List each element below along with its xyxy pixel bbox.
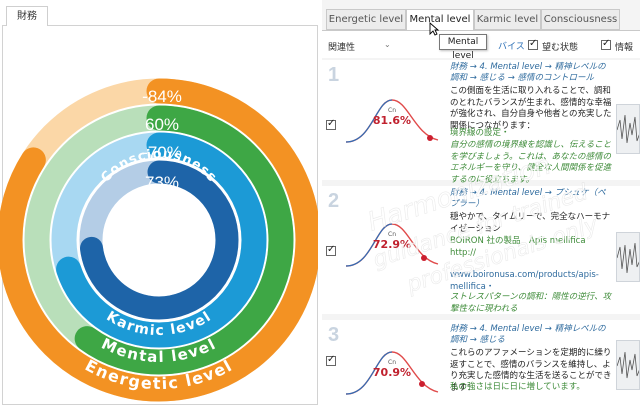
list-item[interactable]: 1 ✓ Cn 81.6% 財務 → 4. Mental level → 精神レベ… <box>322 60 640 185</box>
item-green-text: ストレスパターンの調和：陽性の逆行、攻撃性なに現われる <box>450 292 612 314</box>
tab-finance[interactable]: 財務 <box>6 6 48 26</box>
mouse-cursor-icon <box>429 22 439 36</box>
item-description: この側面を生活に取り入れることで、調和のとれたバランスが生まれ、感情的な幸福が強… <box>450 86 612 131</box>
item-heading: 私の強さは日に日に増しています。 <box>450 382 585 392</box>
cn-label: Cn <box>388 231 396 238</box>
bell-curve-chart: Cn 81.6% <box>345 99 439 143</box>
waveform-thumbnail[interactable] <box>616 340 640 390</box>
list-item[interactable]: 2 ✓ Cn 72.9% 財務 → 4. Mental level → プシュケ… <box>322 186 640 314</box>
item-percent: 70.9% <box>373 366 411 379</box>
chevron-down-icon[interactable]: ⌄ <box>384 40 391 49</box>
item-number: 3 <box>328 324 340 346</box>
ring-value-consciousness: 73% <box>145 173 179 192</box>
results-panel: Energetic level Mental level Karmic leve… <box>322 0 640 407</box>
waveform-thumbnail[interactable] <box>616 232 640 282</box>
checkmark-icon: ✓ <box>327 118 336 129</box>
desired-state-label: 望む状態 <box>542 43 579 53</box>
item-link[interactable]: www.boironusa.com/products/apis-mellific… <box>450 270 614 293</box>
info-label: 情報 <box>615 43 634 53</box>
result-list: 1 ✓ Cn 81.6% 財務 → 4. Mental level → 精神レベ… <box>322 58 640 407</box>
tab-tooltip: Mental level <box>439 34 487 61</box>
tab-karmic-level[interactable]: Karmic level <box>474 9 541 30</box>
checkmark-icon: ✓ <box>327 354 336 365</box>
gauge-center <box>115 196 203 284</box>
item-path: 財務 → 4. Mental level → プシュケ（ペプラー） <box>450 188 606 209</box>
tab-mental-level[interactable]: Mental level <box>406 9 474 31</box>
ring-value-mental: 60% <box>145 115 179 134</box>
item-number: 2 <box>328 190 340 212</box>
item-checkbox[interactable]: ✓ <box>326 244 336 256</box>
cn-label: Cn <box>388 359 396 366</box>
item-green-text: 自分の感情の境界線を認識し、伝えることを学びましょう。これは、あなたの感情のエネ… <box>450 140 612 185</box>
item-checkbox[interactable]: ✓ <box>326 118 336 130</box>
bell-curve-chart: Cn 72.9% <box>345 223 439 267</box>
item-path: 財務 → 4. Mental level → 精神レベルの調和 → 感じる <box>450 324 606 345</box>
cn-label: Cn <box>388 107 396 114</box>
tab-consciousness[interactable]: Consciousness <box>541 9 620 30</box>
item-path: 財務 → 4. Mental level → 精神レベルの調和 → 感じる → … <box>450 62 606 83</box>
concentric-ring-gauge: -84% 60% -70% 73% Energetic level Mental… <box>0 78 318 402</box>
desired-state-checkbox[interactable]: ✓ <box>528 38 538 50</box>
level-tabbar: Energetic level Mental level Karmic leve… <box>322 9 640 31</box>
item-percent: 81.6% <box>373 114 411 127</box>
waveform-thumbnail[interactable] <box>616 104 640 154</box>
item-number: 1 <box>328 64 340 86</box>
checkmark-icon: ✓ <box>529 38 538 49</box>
item-heading: BOIRON 社の製品 Apis mellifica http:// <box>450 236 595 258</box>
item-heading: 境界線の設定・ <box>450 128 510 138</box>
checkmark-icon: ✓ <box>327 244 336 255</box>
advice-label[interactable]: バイス <box>498 39 525 52</box>
checkmark-icon: ✓ <box>602 38 611 49</box>
item-percent: 72.9% <box>373 238 411 251</box>
sort-label[interactable]: 関連性 <box>328 40 355 53</box>
bell-curve-chart: Cn 70.9% <box>345 351 439 395</box>
list-item[interactable]: 3 ✓ Cn 70.9% 財務 → 4. Mental level → 精神レベ… <box>322 320 640 407</box>
item-checkbox[interactable]: ✓ <box>326 354 336 366</box>
ring-value-energetic: -84% <box>142 87 182 106</box>
info-checkbox[interactable]: ✓ <box>601 38 611 50</box>
item-description: 穏やかで、タイムリーで、完全なハーモナイゼーション <box>450 212 611 234</box>
tab-energetic-level[interactable]: Energetic level <box>326 9 406 30</box>
